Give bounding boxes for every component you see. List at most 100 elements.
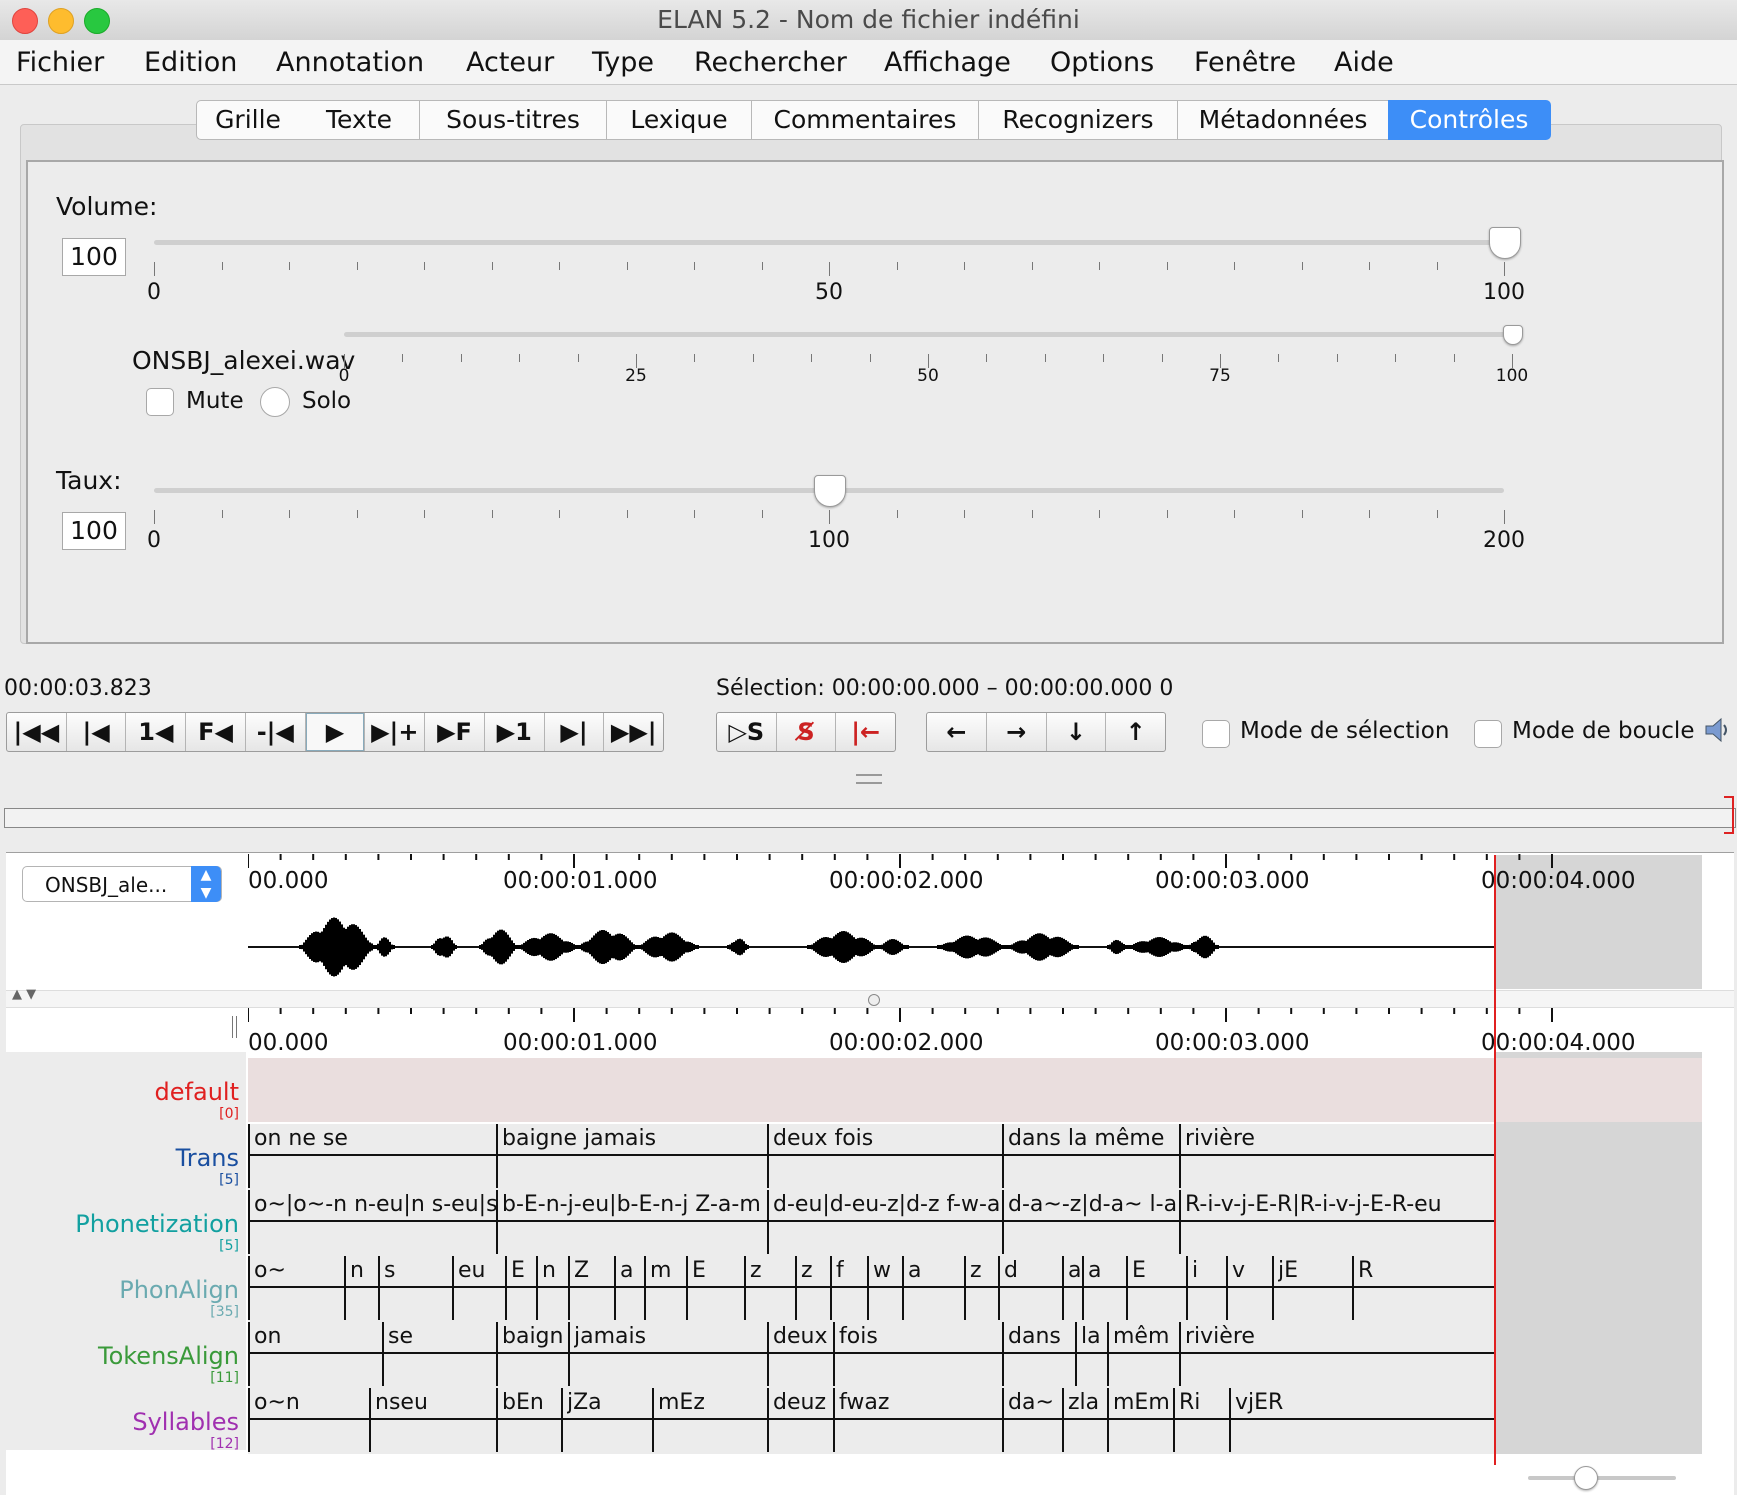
annotation-phonalign[interactable]: R (1358, 1258, 1373, 1283)
zoom-slider[interactable] (1528, 1476, 1676, 1480)
annotation-trans[interactable]: rivière (1185, 1126, 1255, 1151)
go-to-end-button[interactable]: ▶▶| (604, 713, 663, 751)
previous-frame-button[interactable]: F◀ (186, 713, 246, 751)
annotation-phonetization[interactable]: b-E-n-j-eu|b-E-n-j Z-a-m (502, 1192, 761, 1217)
next-second-button[interactable]: ▶1 (485, 713, 545, 751)
volume-slider-thumb[interactable] (1489, 227, 1521, 259)
annotation-syllables[interactable]: o~n (254, 1390, 300, 1415)
annotation-phonalign[interactable]: z (801, 1258, 813, 1283)
annotation-syllables[interactable]: bEn (502, 1390, 544, 1415)
annotation-syllables[interactable]: da~ (1008, 1390, 1054, 1415)
menu-aide[interactable]: Aide (1334, 47, 1394, 78)
annotation-phonalign[interactable]: eu (458, 1258, 485, 1283)
annotation-phonalign[interactable]: n (350, 1258, 364, 1283)
tier-down-button[interactable]: ↓ (1047, 713, 1107, 751)
annotation-tokensalign[interactable]: on (254, 1324, 281, 1349)
annotation-phonalign[interactable]: jE (1278, 1258, 1298, 1283)
annotation-phonetization[interactable]: d-a~-z|d-a~ l-a (1008, 1192, 1177, 1217)
annotation-phonalign[interactable]: d (1004, 1258, 1018, 1283)
tab-metadonnees[interactable]: Métadonnées (1178, 100, 1389, 140)
annotation-syllables[interactable]: deuz (773, 1390, 826, 1415)
tab-grille[interactable]: Grille (196, 100, 300, 140)
annotation-phonetization[interactable]: o~|o~-n n-eu|n s-eu|s (254, 1192, 496, 1217)
annotation-phonalign[interactable]: z (970, 1258, 982, 1283)
collapse-arrows-icon[interactable]: ▲ ▼ (12, 987, 36, 1002)
annotation-phonalign[interactable]: w (873, 1258, 891, 1283)
loop-mode-checkbox[interactable] (1474, 720, 1502, 748)
annotation-phonalign[interactable]: f (836, 1258, 844, 1283)
annotation-phonalign[interactable]: E (692, 1258, 706, 1283)
tab-sous-titres[interactable]: Sous-titres (420, 100, 607, 140)
annotation-phonalign[interactable]: a (1068, 1258, 1081, 1283)
track-slider-thumb[interactable] (1503, 325, 1523, 345)
annotation-tokensalign[interactable]: rivière (1185, 1324, 1255, 1349)
menu-annotation[interactable]: Annotation (276, 47, 424, 78)
menu-edition[interactable]: Edition (144, 47, 237, 78)
waveform-divider[interactable]: ▲ ▼ (6, 987, 1734, 1008)
annotation-tokensalign[interactable]: mêm (1113, 1324, 1169, 1349)
timeline-overview[interactable] (4, 808, 1736, 828)
annotation-phonalign[interactable]: a (908, 1258, 921, 1283)
next-frame-button[interactable]: ▶F (425, 713, 485, 751)
annotation-trans[interactable]: dans la même (1008, 1126, 1164, 1151)
annotation-syllables[interactable]: jZa (567, 1390, 602, 1415)
annotation-syllables[interactable]: zla (1068, 1390, 1099, 1415)
menu-acteur[interactable]: Acteur (466, 47, 554, 78)
play-selection-button[interactable]: ▷S (717, 713, 777, 751)
annotation-phonalign[interactable]: v (1232, 1258, 1245, 1283)
annotation-syllables[interactable]: Ri (1179, 1390, 1200, 1415)
annotation-syllables[interactable]: vjER (1235, 1390, 1283, 1415)
play-button[interactable]: ▶ (305, 713, 366, 751)
selection-mode-checkbox[interactable] (1202, 720, 1230, 748)
annotation-phonalign[interactable]: z (750, 1258, 762, 1283)
playhead-crosshair[interactable] (1494, 855, 1496, 1465)
audio-waveform[interactable] (248, 900, 1496, 994)
previous-ms-button[interactable]: -|◀ (246, 713, 306, 751)
speaker-icon[interactable] (1704, 716, 1732, 744)
annotation-tokensalign[interactable]: dans (1008, 1324, 1061, 1349)
tier-label-trans[interactable]: Trans (176, 1144, 239, 1172)
annotation-tokensalign[interactable]: la (1081, 1324, 1101, 1349)
annotation-phonalign[interactable]: a (620, 1258, 633, 1283)
menu-rechercher[interactable]: Rechercher (694, 47, 847, 78)
annotation-phonalign[interactable]: E (511, 1258, 525, 1283)
annotation-tokensalign[interactable]: jamais (574, 1324, 646, 1349)
annotation-syllables[interactable]: fwaz (839, 1390, 889, 1415)
tier-label-tokensalign[interactable]: TokensAlign (98, 1342, 239, 1370)
tier-up-button[interactable]: ↑ (1106, 713, 1165, 751)
default-tier-row[interactable] (248, 1058, 1702, 1122)
tier-row-phonalign[interactable] (248, 1256, 1495, 1322)
annotation-phonalign[interactable]: n (542, 1258, 556, 1283)
solo-radio[interactable] (260, 387, 290, 417)
annotation-phonalign[interactable]: o~ (254, 1258, 286, 1283)
tab-lexique[interactable]: Lexique (607, 100, 752, 140)
annotation-tokensalign[interactable]: fois (839, 1324, 878, 1349)
annotation-tokensalign[interactable]: baign (502, 1324, 563, 1349)
annotation-phonalign[interactable]: s (384, 1258, 395, 1283)
mute-checkbox[interactable] (146, 388, 174, 416)
zoom-slider-thumb[interactable] (1574, 1466, 1598, 1490)
previous-scroll-button[interactable]: |◀ (67, 713, 127, 751)
next-annotation-button[interactable]: → (987, 713, 1047, 751)
tab-commentaires[interactable]: Commentaires (752, 100, 979, 140)
annotation-phonalign[interactable]: a (1088, 1258, 1101, 1283)
menu-fenetre[interactable]: Fenêtre (1194, 47, 1296, 78)
media-select[interactable]: ONSBJ_ale... ▲ ▼ (22, 866, 222, 902)
menu-options[interactable]: Options (1050, 47, 1154, 78)
menu-fichier[interactable]: Fichier (16, 47, 104, 78)
tab-texte[interactable]: Texte (299, 100, 420, 140)
track-slider-track[interactable] (344, 332, 1512, 337)
previous-second-button[interactable]: 1◀ (126, 713, 187, 751)
tier-label-syllables[interactable]: Syllables (132, 1408, 239, 1436)
next-scroll-button[interactable]: ▶| (545, 713, 605, 751)
annotation-syllables[interactable]: mEz (658, 1390, 705, 1415)
annotation-phonalign[interactable]: Z (574, 1258, 589, 1283)
tab-controles[interactable]: Contrôles (1388, 100, 1551, 140)
tab-recognizers[interactable]: Recognizers (979, 100, 1178, 140)
rate-value-field[interactable]: 100 (62, 512, 126, 550)
selection-begin-button[interactable]: |← (836, 713, 895, 751)
annotation-syllables[interactable]: nseu (375, 1390, 428, 1415)
rate-slider-thumb[interactable] (814, 475, 846, 507)
tier-label-phonetization[interactable]: Phonetization (75, 1210, 239, 1238)
volume-value-field[interactable]: 100 (62, 238, 126, 276)
